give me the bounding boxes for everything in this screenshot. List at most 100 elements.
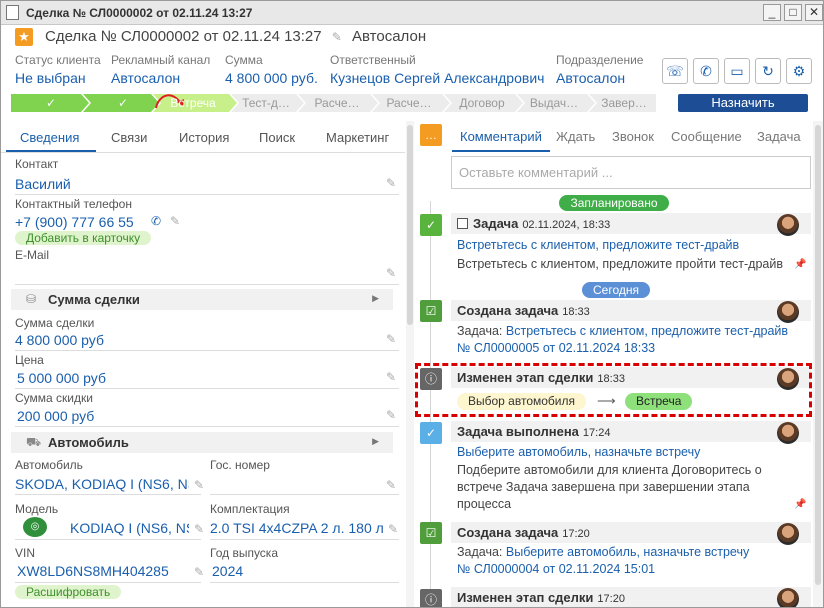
event-time: 17:20 — [562, 528, 590, 540]
responsible-value[interactable]: Кузнецов Сергей Александрович — [330, 70, 544, 86]
maximize-button[interactable]: □ — [784, 4, 802, 21]
tab-message[interactable]: Сообщение — [671, 129, 742, 144]
vin-value[interactable]: XW8LD6NS8MH404285 — [17, 563, 169, 579]
discount-value[interactable]: 200 000 руб — [17, 408, 94, 424]
coins-icon: ⛁ — [26, 292, 37, 306]
amount-field[interactable]: Сумма 4 800 000 руб. — [225, 53, 318, 86]
left-scrollbar[interactable] — [406, 121, 414, 607]
amount-value[interactable]: 4 800 000 руб. — [225, 70, 318, 86]
planned-badge: Запланировано — [559, 195, 669, 211]
message-icon[interactable]: ▭ — [724, 58, 750, 84]
event-doc-link[interactable]: № СЛ0000004 от 02.11.2024 15:01 — [457, 562, 655, 576]
phone-value[interactable]: +7 (900) 777 66 55 — [15, 214, 134, 230]
edit-pencil-icon[interactable]: ✎ — [194, 565, 204, 579]
comment-input[interactable]: Оставьте комментарий ... — [451, 156, 811, 189]
minimize-button[interactable]: _ — [763, 4, 781, 21]
right-scrollbar-thumb[interactable] — [815, 125, 821, 585]
tab-details[interactable]: Сведения — [20, 130, 79, 145]
client-status-value[interactable]: Не выбран — [15, 70, 101, 86]
tab-task[interactable]: Задача — [757, 129, 801, 144]
right-scrollbar[interactable] — [813, 121, 823, 607]
edit-pencil-icon[interactable]: ✎ — [386, 408, 396, 422]
field-underline — [15, 350, 399, 351]
deal-sum-value[interactable]: 4 800 000 руб — [15, 332, 104, 348]
edit-pencil-icon[interactable]: ✎ — [386, 332, 396, 346]
stage-calc-2[interactable]: Расче… — [379, 94, 439, 112]
year-value[interactable]: 2024 — [212, 563, 243, 579]
model-value[interactable]: KODIAQ I (NS6, NS — [70, 520, 189, 536]
phone-label: Контактный телефон — [15, 197, 132, 211]
task-checkbox[interactable] — [457, 218, 468, 229]
decode-vin-button[interactable]: Расшифровать — [15, 585, 122, 599]
event-link[interactable]: Встретьтесь с клиентом, предложите тест-… — [457, 238, 739, 252]
plate-field-underline[interactable] — [210, 494, 399, 495]
event-title-text: Задача выполнена — [457, 424, 579, 439]
skoda-logo-icon: ◎ — [23, 517, 47, 537]
email-field-underline[interactable] — [15, 284, 399, 285]
avatar — [777, 588, 799, 607]
chevron-right-icon: ▶ — [372, 293, 379, 303]
ad-channel-value[interactable]: Автосалон — [111, 70, 210, 86]
edit-pencil-icon[interactable]: ✎ — [332, 30, 342, 44]
client-status-field[interactable]: Статус клиента Не выбран — [15, 53, 101, 86]
pin-icon[interactable]: 📌 — [794, 499, 806, 510]
tab-history[interactable]: История — [179, 130, 229, 145]
tab-comment[interactable]: Комментарий — [460, 129, 542, 144]
gear-icon[interactable]: ⚙ — [786, 58, 812, 84]
call-transfer-icon[interactable]: ☏ — [662, 58, 688, 84]
contact-value[interactable]: Василий — [15, 176, 71, 192]
stage-meeting[interactable]: Встреча — [163, 94, 223, 112]
event-link[interactable]: Выберите автомобиль, назначьте встречу — [506, 545, 749, 559]
event-title-text: Создана задача — [457, 525, 559, 540]
ad-channel-field[interactable]: Рекламный канал Автосалон — [111, 53, 210, 86]
stage-test-drive[interactable]: Тест-д… — [236, 94, 296, 112]
field-underline — [15, 494, 201, 495]
edit-pencil-icon[interactable]: ✎ — [386, 370, 396, 384]
add-to-card-button[interactable]: Добавить в карточку — [15, 231, 152, 245]
close-button[interactable]: ✕ — [805, 4, 823, 21]
assign-button[interactable]: Назначить — [678, 94, 808, 112]
stage-completion[interactable]: Завер… — [593, 94, 655, 112]
stage-contract[interactable]: Договор — [451, 94, 513, 112]
event-title: Создана задача 17:20 — [457, 525, 590, 540]
edit-pencil-icon[interactable]: ✎ — [388, 522, 398, 536]
edit-pencil-icon[interactable]: ✎ — [386, 266, 396, 280]
event-time: 18:33 — [562, 306, 590, 318]
phone-icon[interactable]: ✆ — [693, 58, 719, 84]
favorite-star-icon[interactable]: ★ — [15, 28, 33, 46]
event-link[interactable]: Встретьтесь с клиентом, предложите тест-… — [506, 324, 788, 338]
field-underline — [210, 539, 399, 540]
car-value[interactable]: SKODA, KODIAQ I (NS6, NS — [15, 476, 189, 492]
stage-done-check-icon: ✓ — [117, 96, 129, 110]
responsible-field[interactable]: Ответственный Кузнецов Сергей Александро… — [330, 53, 544, 86]
event-title: Задача выполнена 17:24 — [457, 424, 610, 439]
info-icon: ⓘ — [420, 589, 442, 607]
edit-pencil-icon[interactable]: ✎ — [386, 176, 396, 190]
department-value[interactable]: Автосалон — [556, 70, 643, 86]
tab-marketing[interactable]: Маркетинг — [326, 130, 389, 145]
edit-pencil-icon[interactable]: ✎ — [386, 478, 396, 492]
event-title: Задача 02.11.2024, 18:33 — [457, 216, 610, 231]
left-scrollbar-thumb[interactable] — [407, 125, 413, 325]
edit-pencil-icon[interactable]: ✎ — [194, 478, 204, 492]
tab-search[interactable]: Поиск — [259, 130, 295, 145]
vin-label: VIN — [15, 546, 36, 560]
tab-links[interactable]: Связи — [111, 130, 147, 145]
refresh-icon[interactable]: ↻ — [755, 58, 781, 84]
trim-label: Комплектация — [210, 502, 290, 516]
stage-calc-1[interactable]: Расче… — [307, 94, 367, 112]
call-phone-icon[interactable]: ✆ — [151, 214, 161, 228]
stage-delivery[interactable]: Выдач… — [523, 94, 585, 112]
event-doc-link[interactable]: № СЛ0000005 от 02.11.2024 18:33 — [457, 341, 655, 355]
price-value[interactable]: 5 000 000 руб — [17, 370, 106, 386]
edit-pencil-icon[interactable]: ✎ — [170, 214, 180, 228]
tab-wait[interactable]: Ждать — [556, 129, 595, 144]
pin-icon[interactable]: 📌 — [794, 259, 806, 270]
deal-sum-section[interactable]: ⛁ Сумма сделки ▶ — [11, 289, 393, 310]
edit-pencil-icon[interactable]: ✎ — [194, 522, 204, 536]
department-field[interactable]: Подразделение Автосалон — [556, 53, 643, 86]
car-section[interactable]: ⛟ Автомобиль ▶ — [11, 432, 393, 453]
tab-call[interactable]: Звонок — [612, 129, 654, 144]
trim-value[interactable]: 2.0 TSI 4x4CZPA 2 л. 180 л — [210, 520, 386, 536]
event-link[interactable]: Выберите автомобиль, назначьте встречу — [457, 445, 700, 459]
